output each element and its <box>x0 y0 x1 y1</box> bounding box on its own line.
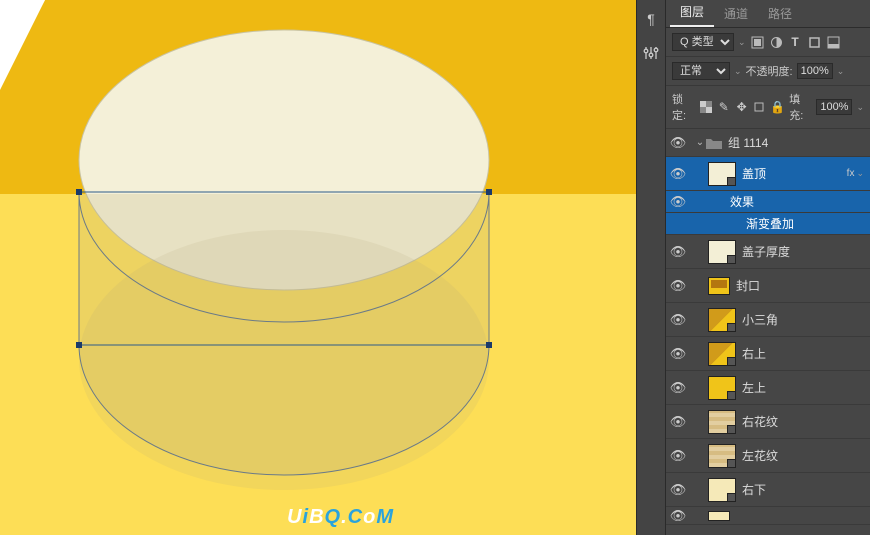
filter-pixel-icon[interactable] <box>750 35 765 50</box>
layer-thumbnail[interactable] <box>708 478 736 502</box>
layer-thumbnail[interactable] <box>708 511 730 521</box>
layer-name[interactable]: 小三角 <box>738 311 864 328</box>
layer-thumbnail[interactable] <box>708 162 736 186</box>
layer-row[interactable]: 👁 右上 <box>666 337 870 371</box>
folder-icon <box>706 136 724 150</box>
layer-name[interactable]: 封口 <box>732 277 864 294</box>
lock-position-icon[interactable]: ✥ <box>735 100 749 115</box>
tab-paths[interactable]: 路径 <box>758 0 802 27</box>
visibility-eye-icon[interactable]: 👁 <box>666 448 690 464</box>
layer-name[interactable]: 右花纹 <box>738 413 864 430</box>
lock-brush-icon[interactable]: ✎ <box>717 100 731 115</box>
layer-thumbnail[interactable] <box>708 444 736 468</box>
visibility-eye-icon[interactable]: 👁 <box>666 508 690 524</box>
tab-layers[interactable]: 图层 <box>670 0 714 27</box>
visibility-eye-icon[interactable]: 👁 <box>666 166 690 182</box>
visibility-eye-icon[interactable]: 👁 <box>666 194 690 210</box>
layer-name[interactable]: 盖子厚度 <box>738 243 864 260</box>
layer-thumbnail[interactable] <box>708 308 736 332</box>
visibility-eye-icon[interactable]: 👁 <box>666 312 690 328</box>
blend-mode-row: 正常 ⌄ 不透明度: 100% ⌄ <box>666 57 870 86</box>
layer-row[interactable]: 👁 右下 <box>666 473 870 507</box>
fill-label: 填充: <box>789 91 812 123</box>
adjustments-icon[interactable] <box>642 44 660 62</box>
effects-label: 效果 <box>726 193 864 210</box>
visibility-eye-icon[interactable]: 👁 <box>666 414 690 430</box>
visibility-eye-icon[interactable]: 👁 <box>666 380 690 396</box>
layer-name[interactable]: 盖顶 <box>738 165 845 182</box>
lock-row: 锁定: ✎ ✥ 🔒 填充: 100% ⌄ <box>666 86 870 129</box>
opacity-label: 不透明度: <box>746 63 793 79</box>
layer-name[interactable]: 左花纹 <box>738 447 864 464</box>
visibility-eye-icon[interactable]: 👁 <box>666 278 690 294</box>
chevron-down-icon: ⌄ <box>734 66 742 77</box>
layer-thumbnail[interactable] <box>708 240 736 264</box>
opacity-value[interactable]: 100% <box>797 63 833 79</box>
layer-row[interactable]: 👁 封口 <box>666 269 870 303</box>
layers-panel: 图层 通道 路径 Q 类型 ⌄ T 正常 ⌄ 不透明度: 100% ⌄ 锁定: … <box>666 0 870 535</box>
tab-channels[interactable]: 通道 <box>714 0 758 27</box>
lock-all-icon[interactable]: 🔒 <box>770 100 785 115</box>
filter-shape-icon[interactable] <box>807 35 822 50</box>
visibility-eye-icon[interactable]: 👁 <box>666 244 690 260</box>
layers-list: 👁 ⌄ 组 1114 👁 盖顶 fx ⌄ 👁 效果 👁 渐变叠加 👁 <box>666 129 870 535</box>
layer-row[interactable]: 👁 左上 <box>666 371 870 405</box>
fill-value[interactable]: 100% <box>816 99 852 115</box>
layer-name[interactable]: 右上 <box>738 345 864 362</box>
layer-filter-row: Q 类型 ⌄ T <box>666 28 870 57</box>
visibility-eye-icon[interactable]: 👁 <box>666 346 690 362</box>
chevron-down-icon[interactable]: ⌄ <box>856 168 864 179</box>
blend-mode-select[interactable]: 正常 <box>672 62 730 80</box>
layer-row[interactable]: 👁 盖子厚度 <box>666 235 870 269</box>
visibility-eye-icon[interactable]: 👁 <box>666 482 690 498</box>
twisty-open-icon[interactable]: ⌄ <box>694 137 706 148</box>
layer-group[interactable]: 👁 ⌄ 组 1114 <box>666 129 870 157</box>
collapsed-toolbar: ¶ <box>636 0 666 535</box>
layer-thumbnail[interactable] <box>708 410 736 434</box>
filter-type-icon[interactable]: T <box>788 35 803 50</box>
layer-row[interactable]: 👁 左花纹 <box>666 439 870 473</box>
layer-name[interactable]: 组 1114 <box>724 134 864 151</box>
layer-name[interactable]: 左上 <box>738 379 864 396</box>
lock-transparency-icon[interactable] <box>699 100 713 115</box>
layer-row[interactable]: 👁 盖顶 fx ⌄ <box>666 157 870 191</box>
chevron-down-icon: ⌄ <box>837 66 845 77</box>
visibility-eye-icon[interactable]: 👁 <box>666 135 690 151</box>
layer-row[interactable]: 👁 右花纹 <box>666 405 870 439</box>
layer-row[interactable]: 👁 小三角 <box>666 303 870 337</box>
effect-name: 渐变叠加 <box>742 215 864 232</box>
layer-name[interactable]: 右下 <box>738 481 864 498</box>
canvas-area[interactable]: UiBQ.CoM <box>0 0 636 535</box>
layer-row-partial[interactable]: 👁 <box>666 507 870 525</box>
filter-adjust-icon[interactable] <box>769 35 784 50</box>
layer-effects-row[interactable]: 👁 效果 <box>666 191 870 213</box>
chevron-down-icon: ⌄ <box>856 102 864 113</box>
lock-artboard-icon[interactable] <box>753 100 767 115</box>
watermark: UiBQ.CoM <box>287 506 394 529</box>
filter-kind-select[interactable]: Q 类型 <box>672 33 734 51</box>
filter-smart-icon[interactable] <box>826 35 841 50</box>
chevron-down-icon: ⌄ <box>738 37 746 48</box>
layer-thumbnail[interactable] <box>708 376 736 400</box>
panel-tabs: 图层 通道 路径 <box>666 0 870 28</box>
paragraph-icon[interactable]: ¶ <box>642 10 660 28</box>
layer-thumbnail[interactable] <box>708 277 730 295</box>
layer-thumbnail[interactable] <box>708 342 736 366</box>
lock-label: 锁定: <box>672 91 695 123</box>
fx-badge[interactable]: fx <box>845 168 857 179</box>
layer-effect-item[interactable]: 👁 渐变叠加 <box>666 213 870 235</box>
